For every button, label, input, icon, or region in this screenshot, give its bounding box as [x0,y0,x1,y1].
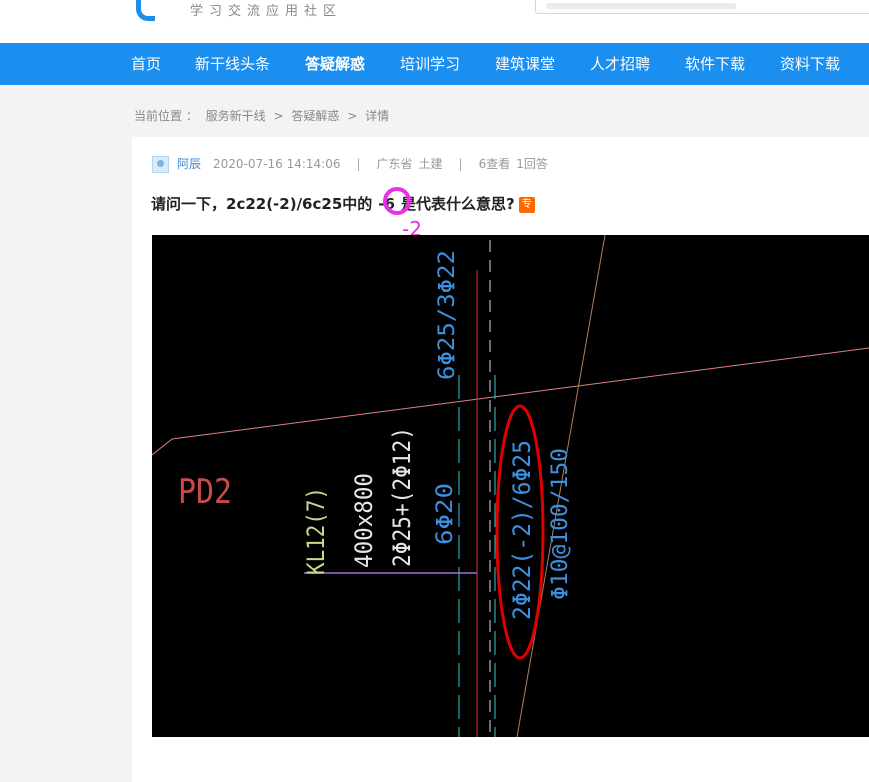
search-placeholder [546,3,736,9]
breadcrumb: 当前位置 ： 服务新干线 > 答疑解惑 > 详情 [134,107,393,124]
nav-qa[interactable]: 答疑解惑 [305,43,365,85]
stirrups-label: Φ10@100/150 [548,448,573,600]
post-category[interactable]: 土建 [419,157,443,171]
left-bars-label: 6Φ20 [433,483,458,545]
cad-drawing-svg: PD2 KL12(7) 400x800 2Φ25+(2Φ12) 6Φ20 6Φ2… [151,234,869,738]
question-card: 阿辰 2020-07-16 14:14:06 | 广东省 土建 | 6查看 1回答 请问一下，… [132,137,869,782]
breadcrumb-separator: > [273,109,284,123]
title-text: 请问一下，2c22(-2)/6c25中的 [151,195,373,213]
question-title: 请问一下，2c22(-2)/6c25中的 -6 是代表什么意思? 专 [151,193,535,214]
nav-training[interactable]: 培训学习 [400,43,460,85]
breadcrumb-separator: > [347,109,358,123]
slab-edge-line [151,347,869,456]
view-count: 6查看 [478,157,511,171]
post-datetime: 2020-07-16 14:14:06 [213,157,341,171]
site-logo[interactable] [136,0,155,21]
cad-drawing-image[interactable]: PD2 KL12(7) 400x800 2Φ25+(2Φ12) 6Φ20 6Φ2… [151,234,869,738]
top-bars-label: 2Φ25+(2Φ12) [388,427,416,567]
beam-id-label: KL12(7) [302,487,330,575]
annotation-circle [383,187,411,215]
top-header: 学习交流应用社区 [0,0,869,43]
meta-divider: | [356,157,361,171]
breadcrumb-prefix: 当前位置 ： [134,109,198,123]
breadcrumb-item[interactable]: 服务新干线 [206,109,266,123]
circled-bars-label: 2Φ22(-2)/6Φ25 [508,440,536,620]
title-text-end: 是代表什么意思? [400,195,515,213]
expert-badge: 专 [518,196,535,213]
meta-divider: | [458,157,463,171]
nav-classroom[interactable]: 建筑课堂 [495,43,555,85]
nav-home[interactable]: 首页 [131,43,161,85]
main-nav: 首页 新干线头条 答疑解惑 培训学习 建筑课堂 人才招聘 软件下载 资料下载 [0,43,869,85]
nav-materials[interactable]: 资料下载 [780,43,840,85]
nav-headlines[interactable]: 新干线头条 [195,43,270,85]
search-input[interactable] [535,0,869,14]
breadcrumb-current: 详情 [365,109,390,123]
avatar[interactable] [152,156,169,173]
nav-jobs[interactable]: 人才招聘 [590,43,650,85]
answer-count: 1回答 [516,157,548,171]
pd-label: PD2 [178,472,232,512]
beam-size-label: 400x800 [350,473,378,568]
question-meta: 阿辰 2020-07-16 14:14:06 | 广东省 土建 | 6查看 1回答 [152,155,548,173]
nav-software[interactable]: 软件下载 [685,43,745,85]
post-location: 广东省 [376,157,413,171]
site-slogan: 学习交流应用社区 [190,4,343,19]
author-name[interactable]: 阿辰 [177,157,201,171]
upper-bars-label: 6Φ25/3Φ22 [435,250,460,380]
breadcrumb-item[interactable]: 答疑解惑 [291,109,339,123]
